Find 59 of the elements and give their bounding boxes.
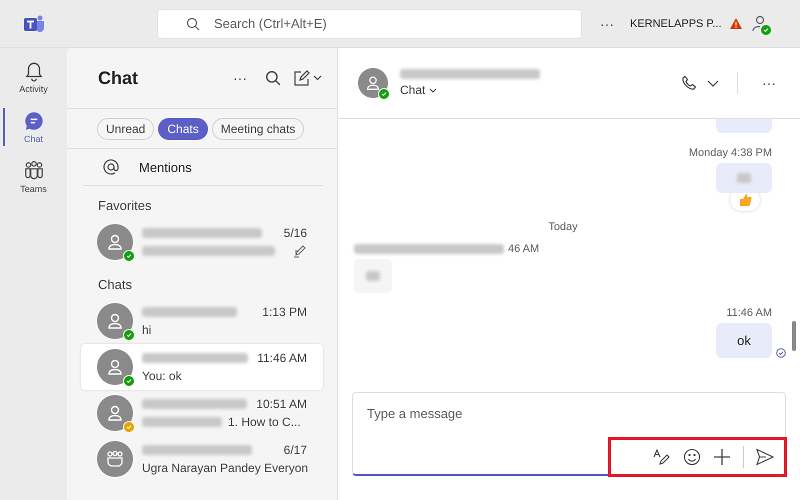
scrollbar-thumb[interactable] [792, 321, 796, 351]
search-field[interactable]: Search (Ctrl+Alt+E) [212, 15, 516, 32]
filter-chip[interactable]: Chats [158, 118, 208, 140]
filter-chip[interactable]: Meeting chats [212, 118, 304, 140]
message-preview: You: ok [142, 369, 182, 383]
more-button[interactable]: ··· [756, 75, 782, 91]
chat-title: Chat [98, 68, 139, 88]
rail-tab[interactable]: Activity [0, 56, 67, 98]
date-divider: Today [548, 221, 578, 233]
message-preview: 1. How to C... [228, 415, 301, 429]
chat-list-item[interactable]: 5/16 [81, 219, 323, 265]
emoji-icon[interactable] [683, 448, 701, 466]
message-preview: Ugra Narayan Pandey Everyon [142, 461, 308, 475]
person-icon [364, 74, 382, 92]
search-box[interactable]: Search (Ctrl+Alt+E) [157, 8, 582, 38]
thumbs-up-icon [738, 193, 752, 207]
section-heading: Favorites [97, 197, 152, 215]
rail-tab[interactable]: Chat [0, 106, 67, 148]
app-logo [22, 14, 44, 34]
send-icon[interactable] [756, 448, 774, 466]
message-time: 46 AM [508, 243, 540, 255]
profile-avatar[interactable] [750, 14, 770, 34]
chat-time: 11:46 AM [257, 351, 307, 365]
chat-tab[interactable]: Chat [400, 83, 438, 97]
people-icon [22, 160, 44, 182]
blurred-text [737, 173, 751, 183]
search-icon [186, 16, 200, 30]
blurred-text [366, 271, 380, 281]
message-time: 11:46 AM [726, 307, 772, 319]
message-time: Monday 4:38 PM [688, 147, 772, 159]
chat-list-item[interactable]: 1:13 PM hi [81, 298, 323, 344]
compose-icon[interactable] [293, 70, 323, 86]
mentions-label: Mentions [139, 160, 192, 174]
chat-time: 6/17 [284, 443, 307, 457]
message-field[interactable]: Type a message [365, 405, 785, 422]
chat-list-item[interactable]: 11:46 AM You: ok [81, 344, 323, 390]
chat-time: 5/16 [284, 226, 307, 240]
format-icon[interactable] [653, 448, 671, 466]
chevron-down-icon[interactable] [707, 80, 719, 86]
add-icon[interactable] [713, 448, 731, 466]
organization-name: KERNELAPPS P... [630, 18, 722, 30]
section-heading: Chats [97, 276, 133, 294]
more-button[interactable]: ··· [594, 16, 620, 32]
filter-chip[interactable]: Unread [97, 118, 154, 140]
mentions-item[interactable]: Mentions [83, 149, 323, 186]
chevron-down-icon [429, 88, 438, 92]
phone-icon[interactable] [681, 75, 697, 91]
message-text: ok [737, 333, 751, 348]
chat-list-item[interactable]: 10:51 AM 1. How to C... [81, 390, 323, 436]
more-button[interactable]: ··· [227, 70, 253, 86]
chat-bubble-icon [22, 110, 44, 132]
rail-tab[interactable]: Teams [0, 156, 67, 198]
message-preview: hi [142, 323, 152, 337]
chat-list-item[interactable]: 6/17 Ugra Narayan Pandey Everyon [81, 436, 323, 482]
chat-time: 10:51 AM [256, 397, 307, 411]
chat-time: 1:13 PM [262, 305, 307, 319]
at-sign-icon [103, 159, 119, 175]
people-icon [105, 449, 125, 469]
search-icon[interactable] [265, 70, 281, 86]
